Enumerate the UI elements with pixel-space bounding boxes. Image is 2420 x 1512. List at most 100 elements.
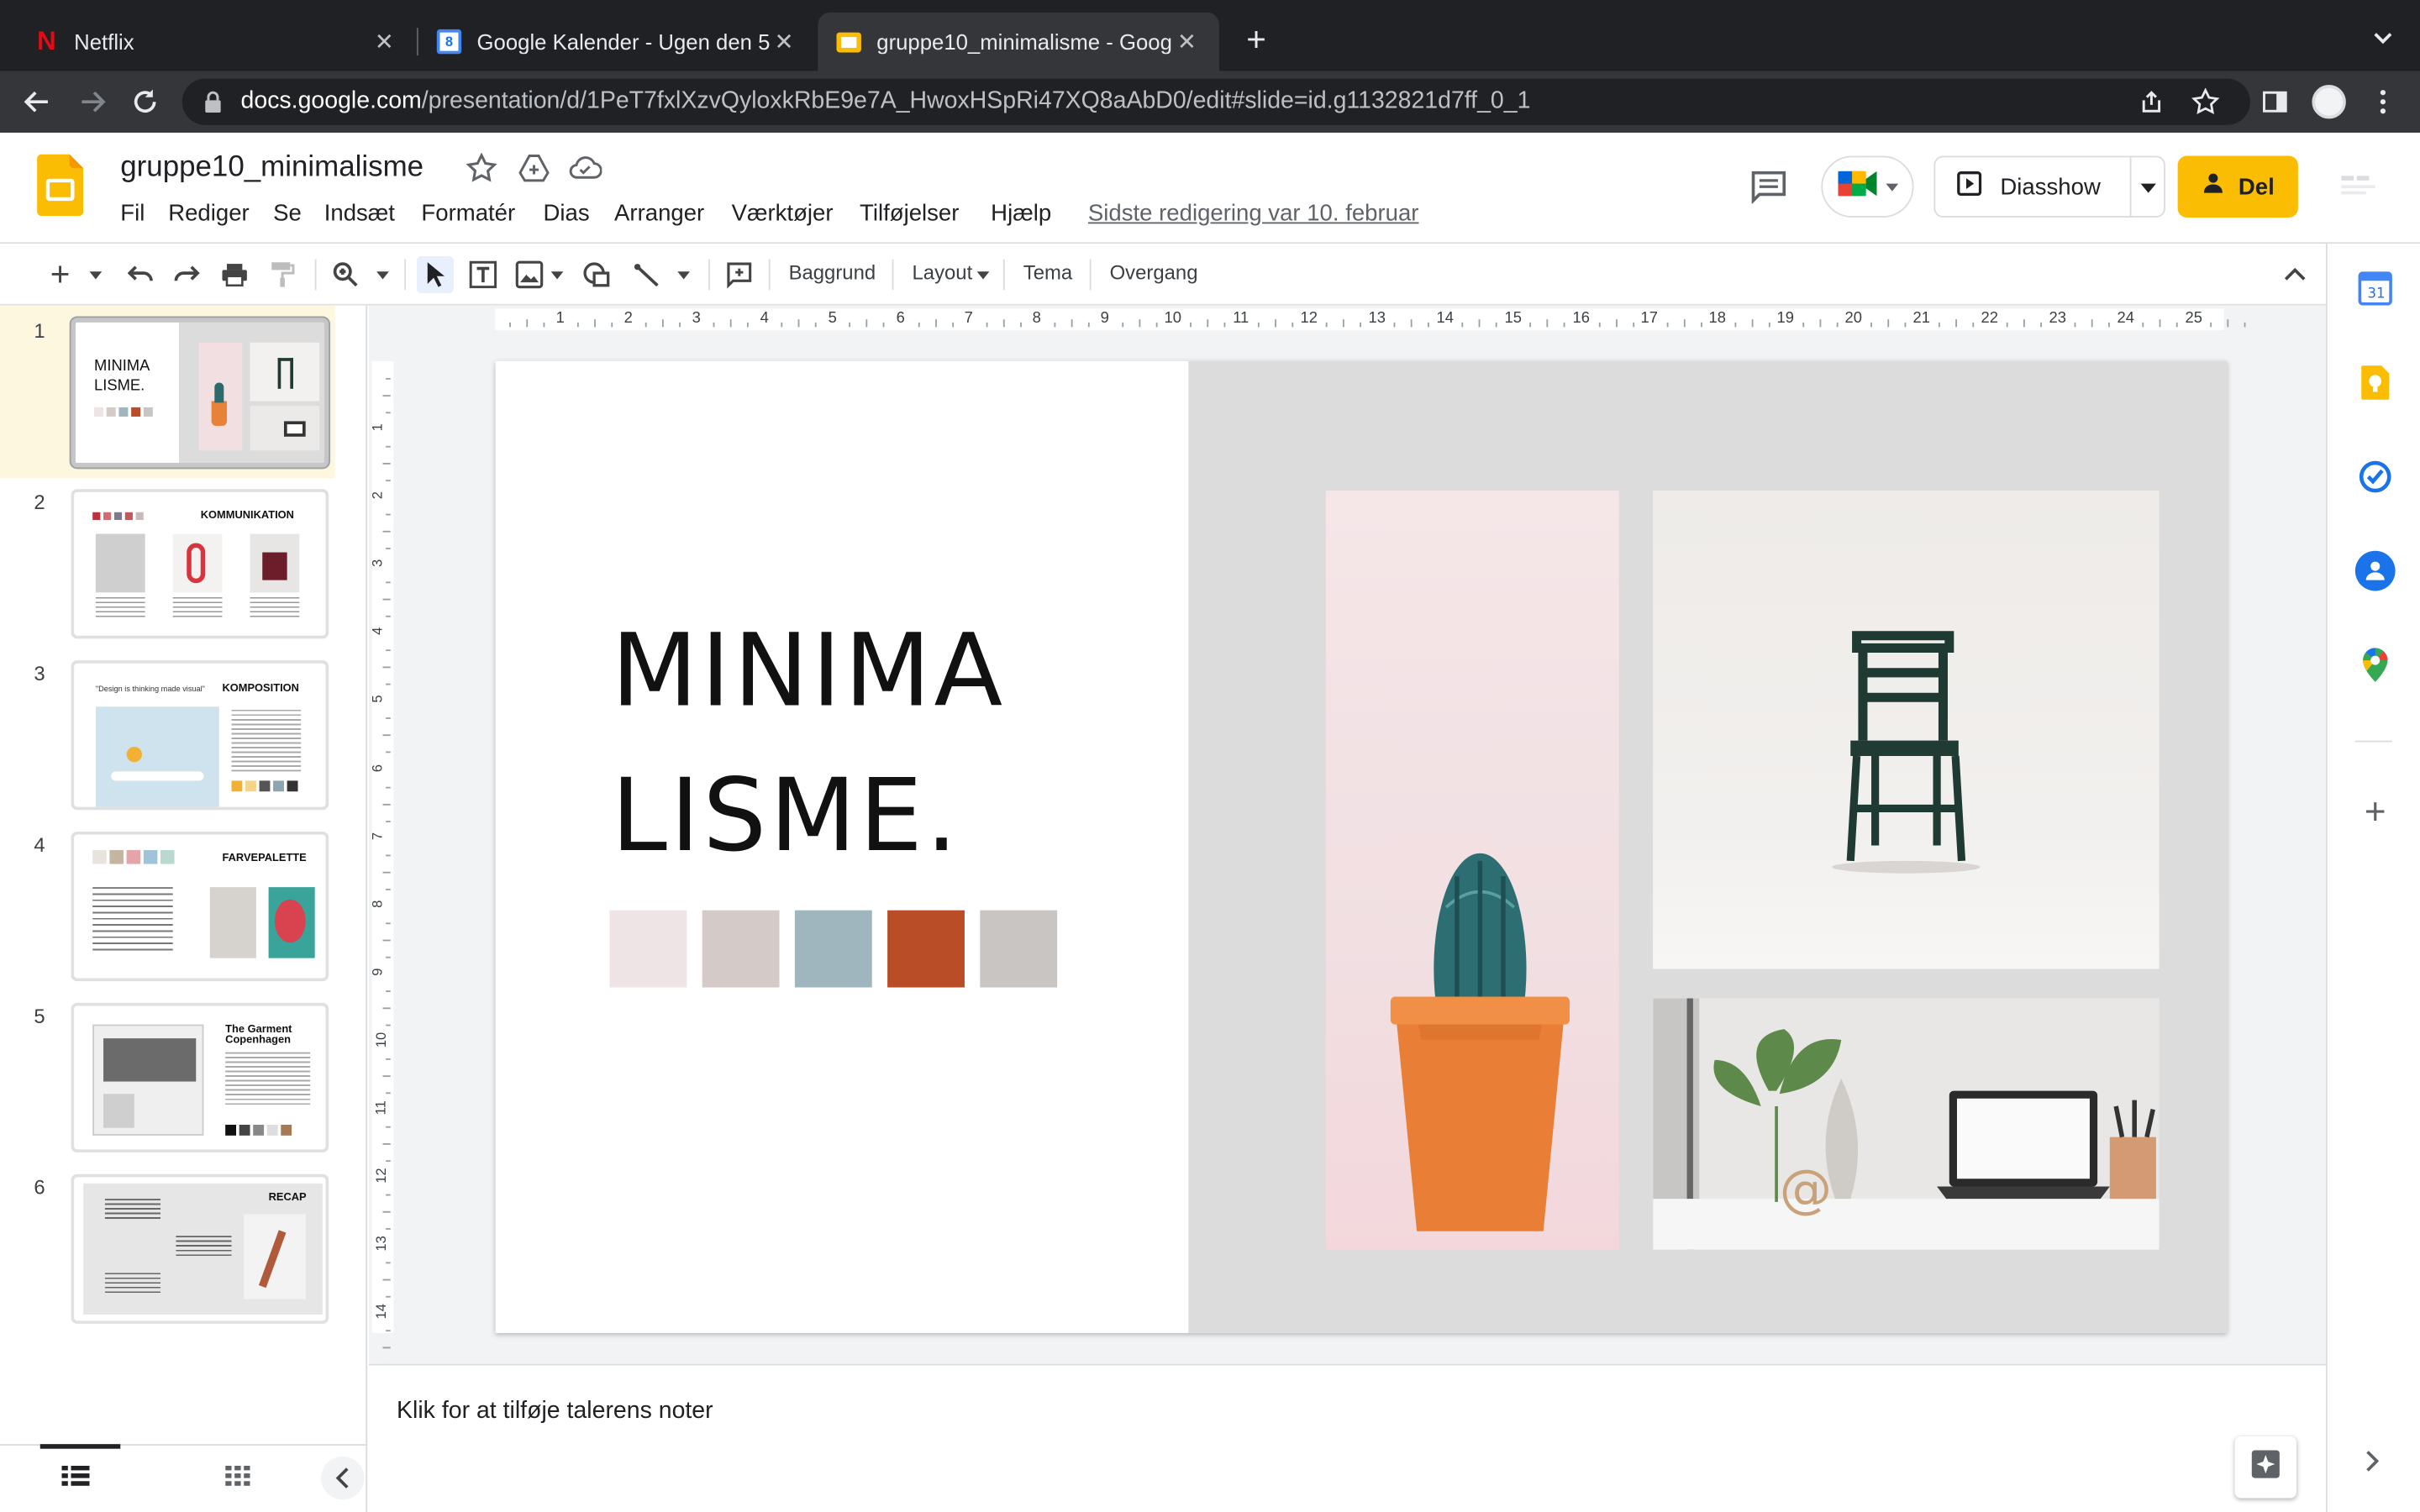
- zoom-caret-icon[interactable]: [371, 256, 395, 293]
- side-panel-icon[interactable]: [2256, 83, 2293, 120]
- ruler-minor-tick: [1461, 322, 1464, 328]
- select-tool-icon[interactable]: [416, 255, 455, 293]
- line-caret-icon[interactable]: [673, 256, 695, 293]
- toolbar-divider: [768, 259, 771, 291]
- comments-icon[interactable]: [1747, 166, 1790, 207]
- layout-caret-icon[interactable]: [976, 271, 990, 280]
- menu-hjaelp[interactable]: Hjælp: [991, 201, 1051, 227]
- tab-search-chevron-icon[interactable]: [2368, 24, 2399, 55]
- horizontal-ruler[interactable]: 1 2 3 4 5 6 7 8 9 10 11 12 13 14 15 16 17 18 19 20 21 22 23 24 2…: [495, 308, 2247, 331]
- google-contacts-icon[interactable]: [2354, 550, 2396, 591]
- speaker-notes[interactable]: Klik for at tilføje talerens noter: [368, 1363, 2326, 1512]
- menu-dias[interactable]: Dias: [544, 201, 590, 227]
- text-box-icon[interactable]: [466, 256, 500, 293]
- slideshow-options-caret-icon[interactable]: [2140, 183, 2156, 193]
- slideshow-button[interactable]: Diasshow: [1933, 155, 2165, 218]
- menu-arranger[interactable]: Arranger: [614, 201, 704, 227]
- cactus-photo[interactable]: [1325, 491, 1619, 1250]
- current-slide[interactable]: MINIMA LISME. @: [495, 360, 2228, 1333]
- star-icon[interactable]: [466, 152, 497, 192]
- transition-button[interactable]: Overgang: [1110, 260, 1198, 284]
- color-swatch[interactable]: [980, 910, 1058, 988]
- paint-format-icon[interactable]: [266, 256, 299, 293]
- tab-netflix[interactable]: N Netflix ✕: [18, 13, 417, 71]
- meet-button[interactable]: [1821, 155, 1914, 218]
- slides-logo-icon[interactable]: [37, 154, 84, 224]
- thumb-swatches: [225, 1124, 292, 1136]
- chair-photo[interactable]: [1653, 491, 2160, 969]
- filmstrip-view-icon[interactable]: [61, 1465, 90, 1495]
- line-icon[interactable]: [629, 256, 663, 293]
- menu-fil[interactable]: Fil: [120, 201, 145, 227]
- profile-avatar[interactable]: [2311, 83, 2348, 120]
- account-logo[interactable]: [2339, 170, 2380, 203]
- slide-thumbnail-1[interactable]: MINIMA LISME.: [71, 318, 329, 468]
- google-tasks-icon[interactable]: [2355, 457, 2396, 497]
- menu-vaerktojer[interactable]: Værktøjer: [732, 201, 834, 227]
- browser-menu-icon[interactable]: [2365, 83, 2402, 120]
- cloud-saved-icon[interactable]: [568, 155, 602, 190]
- share-button[interactable]: Del: [2177, 155, 2298, 218]
- document-title[interactable]: gruppe10_minimalisme: [120, 151, 424, 185]
- google-calendar-icon[interactable]: 31: [2355, 269, 2396, 309]
- desk-photo[interactable]: @: [1653, 998, 2160, 1250]
- vertical-ruler[interactable]: 1 2 3 4 5 6 7 8 9 10 11 12 13 14: [370, 360, 394, 1367]
- google-keep-icon[interactable]: [2355, 363, 2396, 403]
- color-swatch[interactable]: [702, 910, 780, 988]
- layout-button[interactable]: Layout: [913, 260, 973, 284]
- back-button[interactable]: [18, 83, 55, 120]
- google-maps-icon[interactable]: [2355, 645, 2396, 685]
- menu-tilfojelser[interactable]: Tilføjelser: [860, 201, 959, 227]
- address-bar[interactable]: docs.google.com/presentation/d/1PeT7fxlX…: [182, 78, 2250, 125]
- get-add-ons-icon[interactable]: +: [2355, 791, 2396, 833]
- reload-button[interactable]: [127, 83, 164, 120]
- theme-button[interactable]: Tema: [1023, 260, 1072, 284]
- shape-icon[interactable]: [581, 256, 614, 293]
- close-tab-icon[interactable]: ✕: [1173, 28, 1201, 55]
- print-icon[interactable]: [218, 256, 251, 293]
- color-swatch[interactable]: [609, 910, 687, 988]
- expand-side-panel-chevron-icon[interactable]: [2365, 1451, 2380, 1480]
- menu-formater[interactable]: Formatér: [421, 201, 515, 227]
- zoom-icon[interactable]: [329, 256, 362, 293]
- slide-thumbnail-3[interactable]: "Design is thinking made visual" KOMPOSI…: [71, 660, 329, 811]
- add-comment-icon[interactable]: [723, 256, 756, 293]
- tab-google-slides[interactable]: gruppe10_minimalisme - Googl ✕: [818, 12, 1220, 71]
- insert-image-icon[interactable]: [513, 256, 546, 293]
- slide-title[interactable]: MINIMA LISME.: [611, 600, 1005, 890]
- slide-thumbnail-4[interactable]: FARVEPALETTE: [71, 832, 329, 982]
- ruler-minor-tick: [985, 322, 987, 328]
- close-tab-icon[interactable]: ✕: [771, 28, 798, 55]
- ruler-minor-tick: [1733, 322, 1736, 328]
- last-edit-link[interactable]: Sidste redigering var 10. februar: [1088, 201, 1419, 227]
- menu-rediger[interactable]: Rediger: [168, 201, 249, 227]
- bookmark-star-icon[interactable]: [2191, 87, 2220, 123]
- grid-view-icon[interactable]: [225, 1465, 250, 1495]
- hide-menus-chevron-icon[interactable]: [2280, 256, 2311, 293]
- explore-button[interactable]: [2234, 1436, 2297, 1499]
- image-caret-icon[interactable]: [546, 256, 568, 293]
- close-tab-icon[interactable]: ✕: [371, 28, 398, 55]
- tab-google-calendar[interactable]: 8 Google Kalender - Ugen den 5. ✕: [418, 13, 817, 71]
- color-swatch[interactable]: [794, 910, 872, 988]
- redo-icon[interactable]: [170, 256, 203, 293]
- collapse-filmstrip-chevron-icon[interactable]: [321, 1456, 365, 1500]
- background-button[interactable]: Baggrund: [789, 260, 876, 284]
- forward-button[interactable]: [74, 83, 111, 120]
- slide-thumbnail-2[interactable]: KOMMUNIKATION: [71, 489, 329, 639]
- new-slide-layout-caret-icon[interactable]: [83, 256, 108, 293]
- ruler-minor-tick: [382, 1143, 391, 1145]
- ruler-label: 12: [1300, 310, 1318, 328]
- new-slide-button[interactable]: +: [43, 255, 76, 293]
- notes-placeholder[interactable]: Klik for at tilføje talerens noter: [397, 1398, 713, 1425]
- share-page-icon[interactable]: [2139, 90, 2164, 123]
- menu-se[interactable]: Se: [273, 201, 302, 227]
- move-to-drive-icon[interactable]: [518, 153, 550, 192]
- undo-icon[interactable]: [124, 256, 157, 293]
- menu-indsaet[interactable]: Indsæt: [324, 201, 395, 227]
- lock-icon[interactable]: [203, 91, 222, 120]
- color-swatch[interactable]: [887, 910, 965, 988]
- slide-thumbnail-5[interactable]: The Garment Copenhagen: [71, 1002, 329, 1153]
- slide-thumbnail-6[interactable]: RECAP: [71, 1173, 329, 1324]
- new-tab-button[interactable]: +: [1241, 21, 1272, 59]
